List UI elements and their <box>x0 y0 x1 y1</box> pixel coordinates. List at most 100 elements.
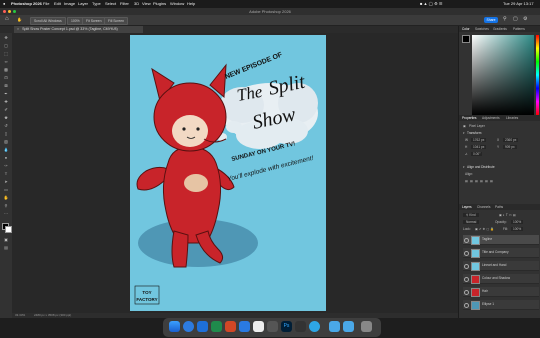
zoom-tool-icon[interactable]: ⚲ <box>3 204 9 208</box>
history-brush-tool-icon[interactable]: ↺ <box>3 124 9 128</box>
trash-icon[interactable] <box>361 321 372 332</box>
screen-mode-icon[interactable]: ▤ <box>3 246 9 250</box>
visibility-eye-icon[interactable] <box>464 303 469 308</box>
fill-screen-button[interactable]: Fill Screen <box>104 17 129 25</box>
dodge-tool-icon[interactable]: ● <box>3 156 9 160</box>
type-tool-icon[interactable]: T <box>3 172 9 176</box>
menu-image[interactable]: Image <box>64 0 75 8</box>
lasso-tool-icon[interactable]: ∞ <box>3 60 9 64</box>
shape-tool-icon[interactable]: ▭ <box>3 188 9 192</box>
web-app-icon[interactable] <box>309 321 320 332</box>
fit-screen-button[interactable]: Fit Screen <box>82 17 106 25</box>
photoshop-icon[interactable]: Ps <box>281 321 292 332</box>
finder-icon[interactable] <box>169 321 180 332</box>
background-color-swatch[interactable] <box>5 226 12 233</box>
word-icon[interactable] <box>197 321 208 332</box>
color-panel-foreground[interactable] <box>462 35 470 43</box>
app-menu[interactable]: Photoshop 2026 <box>11 0 42 8</box>
poster-canvas[interactable]: NEW EPISODE OF The Split Show SUNDAY ON … <box>130 35 326 311</box>
height-field[interactable]: 1041 px <box>471 145 487 149</box>
quick-mask-icon[interactable]: ▣ <box>3 238 9 242</box>
eyedropper-tool-icon[interactable]: ✒ <box>3 92 9 96</box>
minimize-window-icon[interactable] <box>8 10 11 13</box>
menu-view[interactable]: View <box>142 0 151 8</box>
object-selection-tool-icon[interactable]: ▩ <box>3 68 9 72</box>
visibility-eye-icon[interactable] <box>464 290 469 295</box>
transform-chevron-icon[interactable]: ▾ <box>463 131 465 135</box>
color-picker-field[interactable] <box>472 35 534 115</box>
menu-layer[interactable]: Layer <box>78 0 88 8</box>
visibility-eye-icon[interactable] <box>464 238 469 243</box>
menu-plugins[interactable]: Plugins <box>153 0 166 8</box>
menu-3d[interactable]: 3D <box>134 0 139 8</box>
artboard-tool-icon[interactable]: ▢ <box>3 44 9 48</box>
zoom-window-icon[interactable] <box>13 10 16 13</box>
tab-layers[interactable]: Layers <box>462 204 472 210</box>
safari-icon[interactable] <box>183 321 194 332</box>
tab-adjustments[interactable]: Adjustments <box>482 115 500 121</box>
layer-row[interactable]: Tagline <box>463 235 539 245</box>
layer-kind-filter[interactable]: ⚲ Kind <box>463 213 479 217</box>
menu-filter[interactable]: Filter <box>120 0 129 8</box>
menu-select[interactable]: Select <box>105 0 116 8</box>
close-window-icon[interactable] <box>3 10 6 13</box>
tab-patterns[interactable]: Patterns <box>513 26 525 32</box>
visibility-eye-icon[interactable] <box>464 277 469 282</box>
scroll-all-windows-checkbox[interactable]: Scroll All Windows <box>30 17 66 25</box>
blend-mode-select[interactable]: Normal <box>463 220 480 224</box>
tab-color[interactable]: Color <box>462 26 470 32</box>
brush-tool-icon[interactable]: ✐ <box>3 108 9 112</box>
powerpoint-icon[interactable] <box>225 321 236 332</box>
pen-tool-icon[interactable]: ✑ <box>3 164 9 168</box>
apple-icon[interactable]: ● <box>3 0 5 8</box>
frame-tool-icon[interactable]: ⊠ <box>3 84 9 88</box>
hand-tool-icon[interactable]: ✋ <box>3 196 9 200</box>
search-icon[interactable]: ⚲ <box>503 16 507 22</box>
stamp-tool-icon[interactable]: ♚ <box>3 116 9 120</box>
downloads-folder-icon[interactable] <box>343 321 354 332</box>
layer-row[interactable]: Ellipse 1 <box>463 300 539 310</box>
tab-libraries[interactable]: Libraries <box>506 115 518 121</box>
document-tab[interactable]: × Split Show Poster Concept 1.psd @ 33% … <box>14 26 143 33</box>
menu-window[interactable]: Window <box>170 0 184 8</box>
home-icon[interactable]: ⌂ <box>5 16 9 22</box>
menu-edit[interactable]: Edit <box>54 0 61 8</box>
layer-row[interactable]: Title and Company <box>463 248 539 258</box>
outlook-icon[interactable] <box>239 321 250 332</box>
blur-tool-icon[interactable]: 💧 <box>3 148 9 152</box>
folder-icon[interactable] <box>329 321 340 332</box>
excel-icon[interactable] <box>211 321 222 332</box>
opacity-field[interactable]: 100% <box>511 220 524 224</box>
angle-field[interactable]: 0.00° <box>471 152 483 156</box>
width-field[interactable]: 1762 px <box>471 138 487 142</box>
visibility-eye-icon[interactable] <box>464 251 469 256</box>
y-field[interactable]: 909 px <box>503 145 517 149</box>
tab-swatches[interactable]: Swatches <box>475 26 489 32</box>
layer-filter-icons[interactable]: ▣◐T▭▤ <box>499 213 517 217</box>
healing-brush-tool-icon[interactable]: ✚ <box>3 100 9 104</box>
hue-slider[interactable] <box>536 35 539 115</box>
layer-row[interactable]: Lineart and Hand <box>463 261 539 271</box>
visibility-eye-icon[interactable] <box>464 264 469 269</box>
workspace-icon[interactable]: ▢ <box>513 16 518 22</box>
app-icon[interactable] <box>295 321 306 332</box>
more-tools-icon[interactable]: ⋯ <box>3 212 9 216</box>
tab-channels[interactable]: Channels <box>477 204 490 210</box>
move-tool-icon[interactable]: ✥ <box>3 36 9 40</box>
photos-icon[interactable] <box>253 321 264 332</box>
marquee-tool-icon[interactable]: ⬚ <box>3 52 9 56</box>
menu-help[interactable]: Help <box>187 0 195 8</box>
crop-tool-icon[interactable]: ⊡ <box>3 76 9 80</box>
eraser-tool-icon[interactable]: ▯ <box>3 132 9 136</box>
gradient-tool-icon[interactable]: ▧ <box>3 140 9 144</box>
fill-field[interactable]: 100% <box>511 227 524 231</box>
path-selection-tool-icon[interactable]: ➤ <box>3 180 9 184</box>
tab-gradients[interactable]: Gradients <box>493 26 507 32</box>
align-chevron-icon[interactable]: ▾ <box>463 165 465 169</box>
share-button[interactable]: Share <box>484 17 498 23</box>
menu-type[interactable]: Type <box>92 0 101 8</box>
layer-row[interactable]: Colour and Shadow <box>463 274 539 284</box>
close-tab-icon[interactable]: × <box>17 27 19 31</box>
system-settings-icon[interactable] <box>267 321 278 332</box>
x-field[interactable]: 2360 px <box>503 138 519 142</box>
